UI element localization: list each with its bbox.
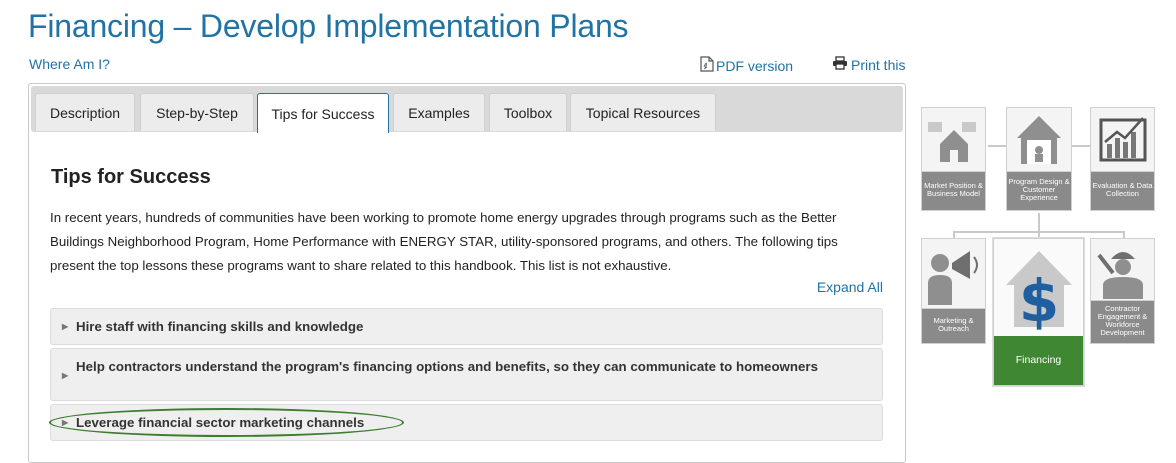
contractor-caption: Contractor Engagement & Workforce Develo… bbox=[1097, 304, 1148, 337]
tab-description[interactable]: Description bbox=[35, 93, 135, 131]
pdf-version-label: PDF version bbox=[716, 57, 794, 74]
print-label: Print this bbox=[851, 56, 906, 73]
content-panel: Description Step-by-Step Tips for Succes… bbox=[28, 83, 906, 463]
contractor-box[interactable]: Contractor Engagement & Workforce Develo… bbox=[1090, 238, 1155, 344]
marketing-caption: Marketing & Outreach bbox=[933, 316, 974, 333]
houses-icon bbox=[922, 108, 985, 172]
chart-icon bbox=[1091, 108, 1154, 172]
evaluation-box[interactable]: Evaluation & Data Collection bbox=[1090, 107, 1155, 211]
tab-topical-resources-label: Topical Resources bbox=[585, 104, 701, 121]
caret-right-icon: ▶ bbox=[62, 322, 69, 331]
connector bbox=[1038, 213, 1040, 238]
dollar-house-icon: $ bbox=[994, 239, 1083, 336]
financing-caption: Financing bbox=[1015, 354, 1062, 366]
market-position-caption: Market Position & Business Model bbox=[924, 181, 983, 198]
program-design-caption: Program Design & Customer Experience bbox=[1008, 177, 1070, 202]
pdf-version-link[interactable]: PDF version bbox=[700, 56, 793, 75]
tab-examples[interactable]: Examples bbox=[393, 93, 485, 131]
financing-box[interactable]: $ Financing bbox=[993, 238, 1084, 386]
tab-examples-label: Examples bbox=[408, 104, 470, 121]
accordion-item-label: Hire staff with financing skills and kno… bbox=[76, 319, 364, 334]
program-components-diagram: Market Position & Business Model Program… bbox=[918, 105, 1158, 395]
tab-step-by-step[interactable]: Step-by-Step bbox=[140, 93, 254, 131]
expand-all-link[interactable]: Expand All bbox=[817, 279, 883, 295]
page-title: Financing – Develop Implementation Plans bbox=[28, 8, 629, 44]
megaphone-icon bbox=[922, 239, 985, 309]
market-position-box[interactable]: Market Position & Business Model bbox=[921, 107, 986, 211]
section-title: Tips for Success bbox=[51, 166, 211, 188]
svg-text:$: $ bbox=[1019, 267, 1059, 335]
program-design-box[interactable]: Program Design & Customer Experience bbox=[1006, 107, 1072, 211]
connector bbox=[1072, 145, 1090, 147]
tab-step-by-step-label: Step-by-Step bbox=[156, 104, 238, 121]
tab-topical-resources[interactable]: Topical Resources bbox=[570, 93, 716, 131]
tab-toolbox[interactable]: Toolbox bbox=[489, 93, 567, 131]
tab-toolbox-label: Toolbox bbox=[503, 104, 553, 121]
tab-description-label: Description bbox=[49, 104, 121, 121]
accordion-item-label: Help contractors understand the program'… bbox=[76, 359, 818, 374]
evaluation-caption: Evaluation & Data Collection bbox=[1092, 181, 1153, 198]
printer-icon bbox=[832, 56, 848, 73]
connector bbox=[953, 231, 1125, 233]
contractor-icon bbox=[1091, 239, 1154, 301]
print-link[interactable]: Print this bbox=[832, 56, 905, 73]
house-interior-icon bbox=[1007, 108, 1071, 172]
pdf-icon bbox=[700, 56, 714, 75]
tab-tips-for-success[interactable]: Tips for Success bbox=[257, 93, 389, 133]
caret-right-icon: ▶ bbox=[62, 371, 69, 380]
tab-tips-for-success-label: Tips for Success bbox=[271, 105, 375, 122]
intro-paragraph: In recent years, hundreds of communities… bbox=[50, 210, 838, 273]
caret-right-icon: ▶ bbox=[62, 418, 69, 427]
marketing-box[interactable]: Marketing & Outreach bbox=[921, 238, 986, 344]
connector bbox=[988, 145, 1006, 147]
accordion-item[interactable]: ▶ Leverage financial sector marketing ch… bbox=[50, 404, 883, 441]
where-am-i-link[interactable]: Where Am I? bbox=[29, 56, 110, 72]
accordion-item[interactable]: ▶ Help contractors understand the progra… bbox=[50, 348, 883, 401]
accordion-item-label: Leverage financial sector marketing chan… bbox=[76, 415, 365, 430]
accordion-item[interactable]: ▶ Hire staff with financing skills and k… bbox=[50, 308, 883, 345]
tab-bar: Description Step-by-Step Tips for Succes… bbox=[31, 86, 903, 133]
